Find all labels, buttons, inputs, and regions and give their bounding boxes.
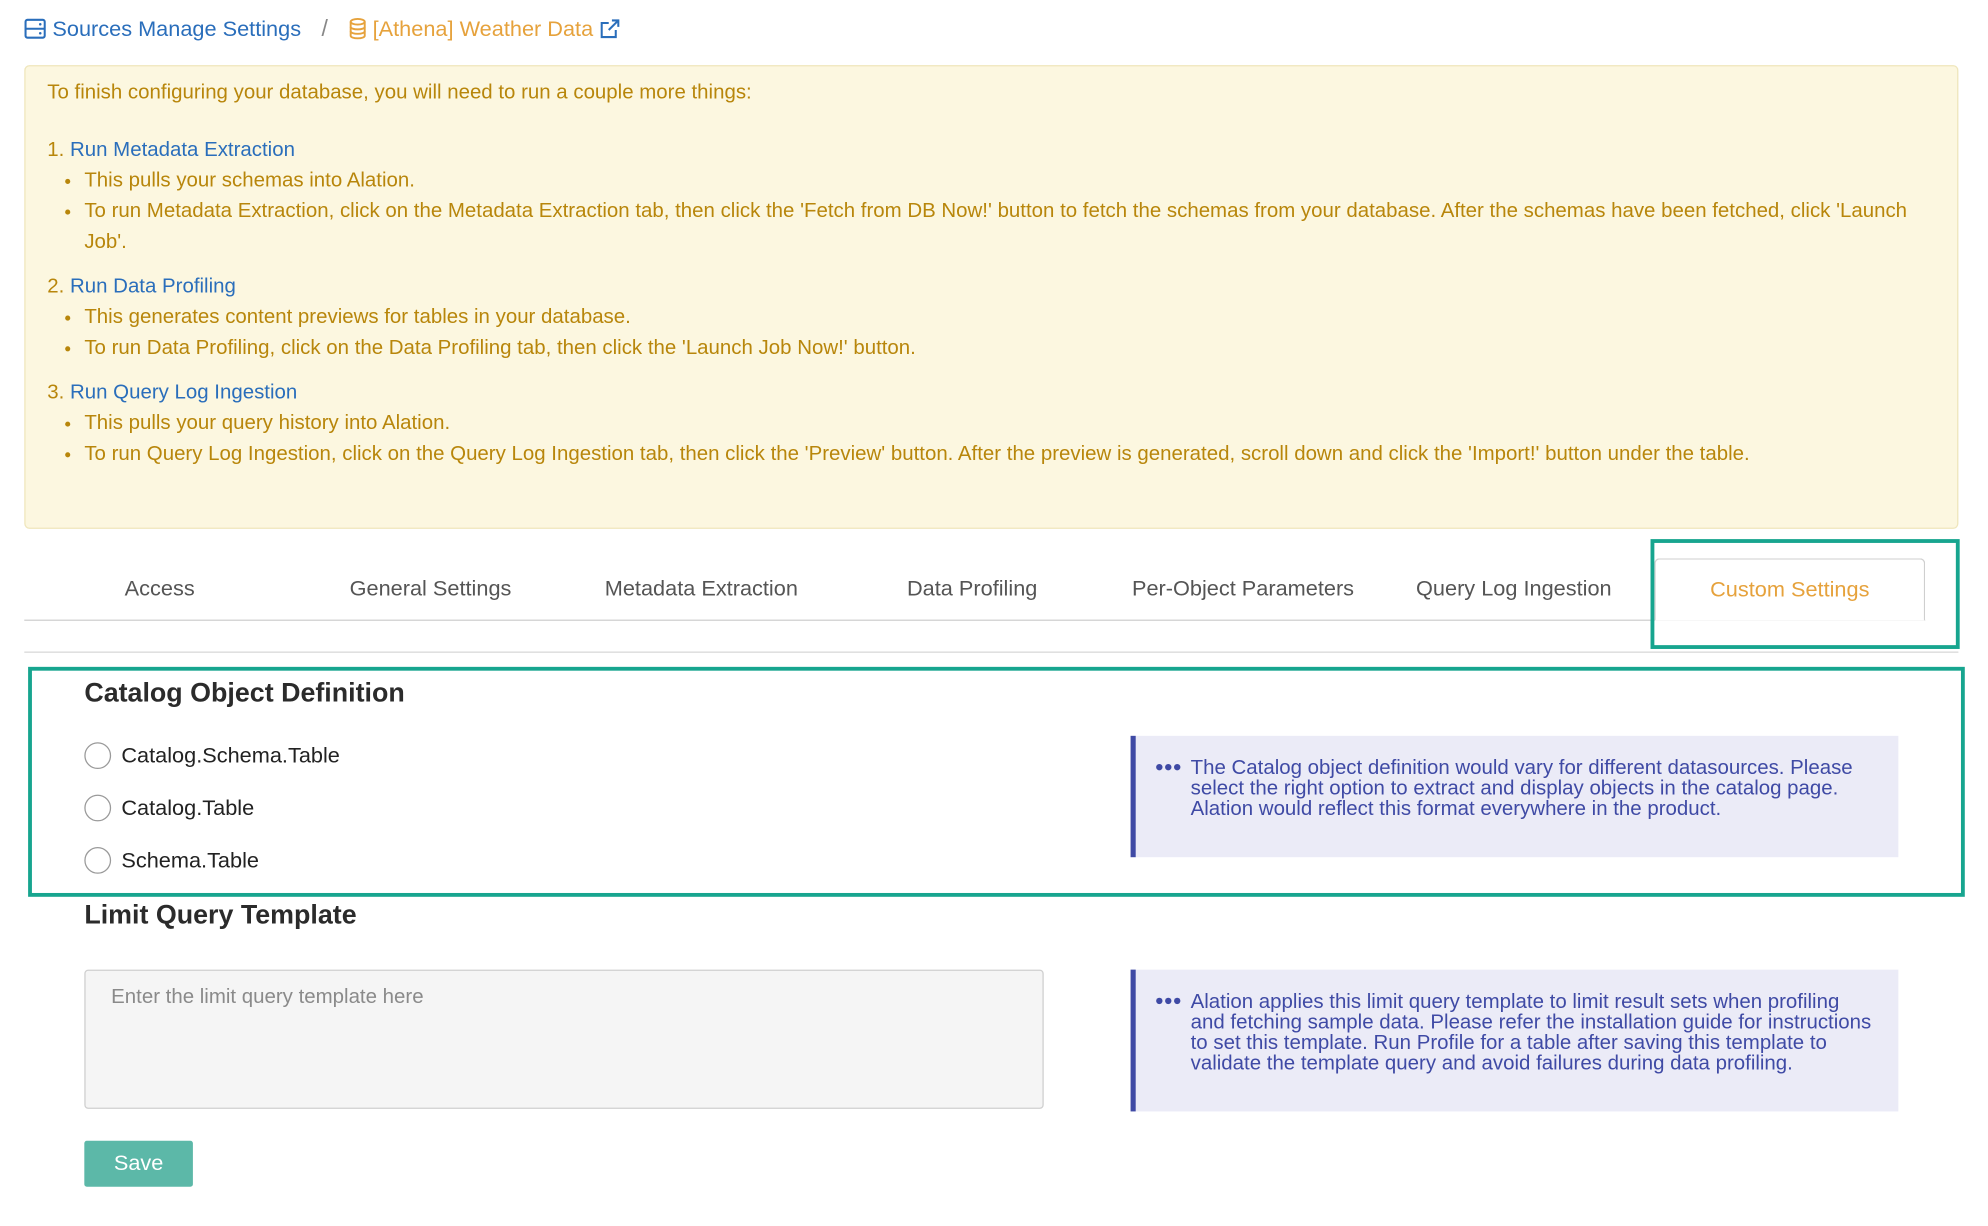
tab-custom-settings[interactable]: Custom Settings	[1654, 558, 1926, 621]
database-icon	[348, 17, 366, 40]
radio-catalog-schema-table[interactable]: Catalog.Schema.Table	[84, 742, 340, 770]
tab-per-object-parameters[interactable]: Per-Object Parameters	[1108, 558, 1379, 619]
step-bullet: To run Query Log Ingestion, click on the…	[84, 439, 1935, 470]
radio-label: Schema.Table	[121, 847, 259, 872]
step-number: 2.	[47, 275, 65, 298]
limit-query-info-callout: Alation applies this limit query templat…	[1130, 969, 1899, 1112]
radio-label: Catalog.Table	[121, 795, 255, 820]
breadcrumb-parent-link[interactable]: Sources Manage Settings	[24, 16, 301, 42]
notice-step: 2. Run Data Profiling	[47, 272, 1935, 303]
more-dots-icon	[1156, 763, 1181, 839]
step-bullets: This generates content previews for tabl…	[47, 303, 1935, 364]
run-metadata-extraction-link[interactable]: Run Metadata Extraction	[70, 139, 295, 161]
more-dots-icon	[1156, 997, 1181, 1094]
breadcrumb-parent-label: Sources Manage Settings	[52, 15, 302, 41]
notice-step: 1. Run Metadata Extraction	[47, 135, 1935, 166]
divider	[24, 651, 1959, 653]
server-icon	[24, 18, 46, 40]
breadcrumb-current: [Athena] Weather Data	[348, 16, 621, 42]
step-bullet: This pulls your query history into Alati…	[84, 409, 1935, 440]
external-link-icon[interactable]	[600, 18, 622, 40]
save-button[interactable]: Save	[84, 1140, 193, 1187]
tab-data-profiling[interactable]: Data Profiling	[837, 558, 1108, 619]
settings-tabs: Access General Settings Metadata Extract…	[24, 558, 1926, 621]
info-text: The Catalog object definition would vary…	[1190, 757, 1853, 821]
step-bullet: To run Data Profiling, click on the Data…	[84, 333, 1935, 364]
radio-schema-table[interactable]: Schema.Table	[84, 846, 259, 874]
setup-notice: To finish configuring your database, you…	[24, 65, 1959, 529]
step-bullets: This pulls your query history into Alati…	[47, 409, 1935, 470]
notice-step: 3. Run Query Log Ingestion	[47, 378, 1935, 409]
radio-button[interactable]	[84, 846, 112, 874]
radio-catalog-table[interactable]: Catalog.Table	[84, 794, 255, 822]
catalog-info-callout: The Catalog object definition would vary…	[1130, 735, 1899, 858]
step-number: 3.	[47, 381, 65, 404]
info-text: Alation applies this limit query templat…	[1190, 991, 1872, 1075]
catalog-object-definition-heading: Catalog Object Definition	[84, 678, 405, 708]
step-bullets: This pulls your schemas into Alation. To…	[47, 166, 1935, 258]
run-data-profiling-link[interactable]: Run Data Profiling	[70, 276, 236, 298]
radio-label: Catalog.Schema.Table	[121, 742, 340, 768]
tab-general-settings[interactable]: General Settings	[295, 558, 566, 619]
tab-metadata-extraction[interactable]: Metadata Extraction	[566, 558, 837, 619]
step-bullet: This pulls your schemas into Alation.	[84, 166, 1935, 197]
notice-intro: To finish configuring your database, you…	[47, 81, 752, 104]
run-query-log-ingestion-link[interactable]: Run Query Log Ingestion	[70, 382, 297, 404]
step-bullet: To run Metadata Extraction, click on the…	[84, 197, 1935, 258]
tab-query-log-ingestion[interactable]: Query Log Ingestion	[1378, 558, 1649, 619]
limit-query-template-input[interactable]	[84, 969, 1044, 1109]
tab-access[interactable]: Access	[24, 558, 295, 619]
step-bullet: This generates content previews for tabl…	[84, 303, 1935, 334]
step-number: 1.	[47, 139, 65, 161]
limit-query-template-heading: Limit Query Template	[84, 900, 357, 931]
radio-button[interactable]	[84, 742, 112, 770]
breadcrumb-separator: /	[321, 15, 328, 41]
radio-button[interactable]	[84, 794, 112, 822]
breadcrumb: Sources Manage Settings / [Athena] Weath…	[24, 15, 621, 42]
breadcrumb-current-label: [Athena] Weather Data	[372, 15, 594, 41]
